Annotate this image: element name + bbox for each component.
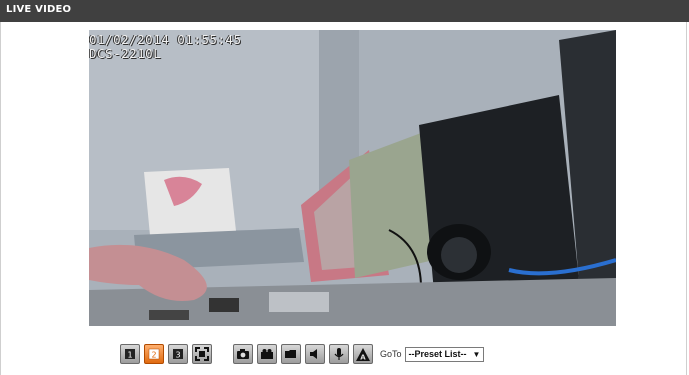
preset-list-value: --Preset List--	[408, 349, 467, 359]
auto-pan-button[interactable]: A	[353, 344, 373, 364]
svg-text:2: 2	[151, 351, 156, 360]
stream-3-button[interactable]: 3	[168, 344, 188, 364]
preset-list-select[interactable]: --Preset List-- ▼	[404, 346, 485, 362]
record-button[interactable]	[257, 344, 277, 364]
stream-1-button[interactable]: 1	[120, 344, 140, 364]
folder-icon	[285, 350, 296, 358]
goto-label: GoTo	[380, 349, 402, 359]
svg-text:1: 1	[127, 351, 132, 360]
live-video-view[interactable]: 01/02/2014 01:55:45 DCS-2210L	[89, 30, 616, 326]
record-icon	[261, 349, 273, 359]
digit-2-icon: 2	[148, 348, 160, 360]
microphone-button[interactable]	[329, 344, 349, 364]
digit-1-icon: 1	[125, 349, 135, 360]
fullscreen-icon	[195, 347, 209, 361]
fullscreen-button[interactable]	[192, 344, 212, 364]
video-frame-image	[89, 30, 616, 326]
panel-header: LIVE VIDEO	[0, 0, 689, 22]
chevron-down-icon: ▼	[472, 349, 481, 359]
stream-2-button[interactable]: 2	[144, 344, 164, 364]
video-toolbar: 1 2 3 A GoTo --Preset List-- ▼	[120, 342, 485, 366]
snapshot-button[interactable]	[233, 344, 253, 364]
folder-button[interactable]	[281, 344, 301, 364]
digit-3-icon: 3	[173, 349, 183, 360]
osd-camera-name: DCS-2210L	[89, 46, 162, 61]
speaker-button[interactable]	[305, 344, 325, 364]
svg-text:A: A	[360, 353, 366, 361]
a-icon: A	[356, 347, 370, 361]
osd-timestamp: 01/02/2014 01:55:45	[89, 32, 242, 47]
svg-text:3: 3	[175, 351, 180, 360]
panel-title: LIVE VIDEO	[6, 4, 72, 15]
microphone-icon	[334, 348, 344, 360]
camera-icon	[237, 349, 249, 359]
speaker-icon	[310, 349, 317, 359]
